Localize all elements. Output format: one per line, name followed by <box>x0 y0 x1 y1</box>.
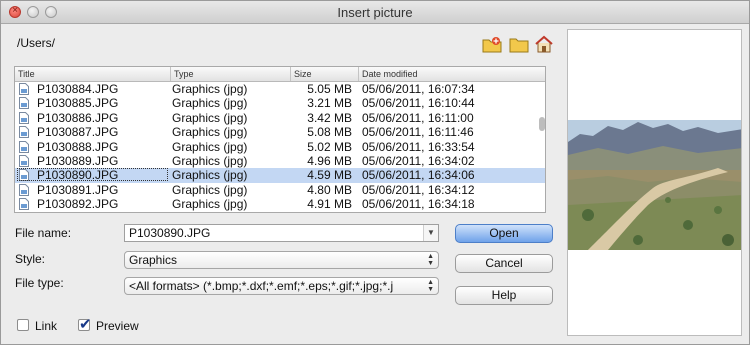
image-preview <box>567 29 742 336</box>
column-header-title[interactable]: Title <box>15 67 171 81</box>
file-type: Graphics (jpg) <box>172 197 248 212</box>
file-size: 3.42 MB <box>307 110 352 125</box>
landscape-preview-image <box>568 30 741 335</box>
image-file-icon <box>19 140 29 153</box>
column-header-type[interactable]: Type <box>171 67 291 81</box>
file-date: 05/06/2011, 16:11:46 <box>362 125 474 140</box>
file-title: P1030891.JPG <box>37 182 119 197</box>
new-folder-button[interactable] <box>481 34 503 54</box>
file-list-scrollbar[interactable] <box>539 117 545 131</box>
file-date: 05/06/2011, 16:33:54 <box>362 139 475 154</box>
file-date: 05/06/2011, 16:10:44 <box>362 96 475 111</box>
file-size: 4.59 MB <box>307 168 352 183</box>
file-size: 5.08 MB <box>307 125 352 140</box>
folder-icon <box>509 38 529 53</box>
file-type: Graphics (jpg) <box>172 110 248 125</box>
file-title: P1030888.JPG <box>37 139 119 154</box>
file-title: P1030884.JPG <box>37 82 119 96</box>
current-path: /Users/ <box>17 36 56 50</box>
file-type: Graphics (jpg) <box>172 96 248 111</box>
folder-up-button[interactable] <box>508 34 530 54</box>
image-file-icon <box>19 183 29 196</box>
file-row[interactable]: P1030884.JPG Graphics (jpg) 5.05 MB 05/06/2… <box>15 82 545 96</box>
file-row[interactable]: P1030892.JPG Graphics (jpg) 4.91 MB 05/06/2… <box>15 197 545 211</box>
file-type: Graphics (jpg) <box>172 154 248 168</box>
help-button[interactable]: Help <box>455 286 553 305</box>
preview-label: Preview <box>96 319 139 333</box>
link-checkbox[interactable] <box>17 319 29 331</box>
file-title: P1030890.JPG <box>37 168 119 183</box>
file-date: 05/06/2011, 16:34:12 <box>362 182 475 197</box>
file-type-value: <All formats> (*.bmp;*.dxf;*.emf;*.eps;*… <box>129 279 394 293</box>
file-row[interactable]: P1030891.JPG Graphics (jpg) 4.80 MB 05/06/2… <box>15 183 545 197</box>
title-bar: × Insert picture <box>1 1 749 24</box>
file-size: 3.21 MB <box>307 96 352 111</box>
image-file-icon <box>19 155 29 167</box>
open-button[interactable]: Open <box>455 224 553 243</box>
cancel-button[interactable]: Cancel <box>455 254 553 273</box>
file-name-field[interactable]: P1030890.JPG ▼ <box>124 224 439 242</box>
insert-picture-dialog: × Insert picture /Users/ Title Type Size… <box>0 0 750 345</box>
file-size: 5.05 MB <box>307 82 352 96</box>
updown-arrows-icon: ▲ ▼ <box>427 253 434 267</box>
home-button[interactable] <box>533 34 555 54</box>
file-size: 5.02 MB <box>307 139 352 154</box>
file-list[interactable]: Title Type Size Date modified P1030884.J… <box>14 66 546 213</box>
updown-arrows-icon: ▲ ▼ <box>427 279 434 293</box>
image-file-icon <box>19 126 29 139</box>
file-size: 4.96 MB <box>307 154 352 168</box>
file-name-label: File name: <box>15 226 72 240</box>
file-date: 05/06/2011, 16:34:02 <box>362 154 475 168</box>
file-row[interactable]: P1030888.JPG Graphics (jpg) 5.02 MB 05/06/2… <box>15 140 545 154</box>
file-row[interactable]: P1030886.JPG Graphics (jpg) 3.42 MB 05/06/2… <box>15 111 545 125</box>
chevron-down-icon[interactable]: ▼ <box>423 225 438 241</box>
style-value: Graphics <box>129 253 178 267</box>
column-header-date[interactable]: Date modified <box>359 67 545 81</box>
checkmark-icon: ✔ <box>79 316 92 333</box>
file-type-select[interactable]: <All formats> (*.bmp;*.dxf;*.emf;*.eps;*… <box>124 277 439 295</box>
file-date: 05/06/2011, 16:11:00 <box>362 110 474 125</box>
file-name-value: P1030890.JPG <box>129 226 211 240</box>
file-type: Graphics (jpg) <box>172 125 248 140</box>
file-row[interactable]: P1030889.JPG Graphics (jpg) 4.96 MB 05/06/2… <box>15 154 545 168</box>
file-row[interactable]: P1030887.JPG Graphics (jpg) 5.08 MB 05/06/2… <box>15 125 545 139</box>
file-size: 4.91 MB <box>307 197 352 212</box>
preview-checkbox[interactable]: ✔ <box>78 316 92 333</box>
style-label: Style: <box>15 252 46 266</box>
style-select[interactable]: Graphics ▲ ▼ <box>124 251 439 269</box>
file-title: P1030892.JPG <box>37 197 119 212</box>
file-title: P1030885.JPG <box>37 96 119 111</box>
file-title: P1030889.JPG <box>37 154 119 168</box>
file-date: 05/06/2011, 16:34:06 <box>362 168 475 183</box>
file-title: P1030886.JPG <box>37 110 119 125</box>
file-title: P1030887.JPG <box>37 125 119 140</box>
home-icon <box>535 35 553 53</box>
file-type-label: File type: <box>15 276 64 290</box>
column-header-size[interactable]: Size <box>291 67 359 81</box>
link-label: Link <box>35 319 58 333</box>
file-row[interactable]: P1030885.JPG Graphics (jpg) 3.21 MB 05/06/2… <box>15 96 545 110</box>
new-folder-icon <box>482 37 502 53</box>
image-file-icon <box>19 111 29 124</box>
file-list-header: Title Type Size Date modified <box>15 67 545 82</box>
file-row[interactable]: P1030890.JPG Graphics (jpg) 4.59 MB 05/06/2… <box>15 168 545 183</box>
image-file-icon <box>19 97 29 110</box>
file-size: 4.80 MB <box>307 182 352 197</box>
file-type: Graphics (jpg) <box>172 168 248 183</box>
file-type: Graphics (jpg) <box>172 182 248 197</box>
window-title: Insert picture <box>337 5 413 20</box>
file-date: 05/06/2011, 16:34:18 <box>362 197 475 212</box>
file-type: Graphics (jpg) <box>172 82 248 96</box>
file-date: 05/06/2011, 16:07:34 <box>362 82 475 96</box>
file-type: Graphics (jpg) <box>172 139 248 154</box>
image-file-icon <box>19 83 29 95</box>
image-file-icon <box>19 198 29 211</box>
